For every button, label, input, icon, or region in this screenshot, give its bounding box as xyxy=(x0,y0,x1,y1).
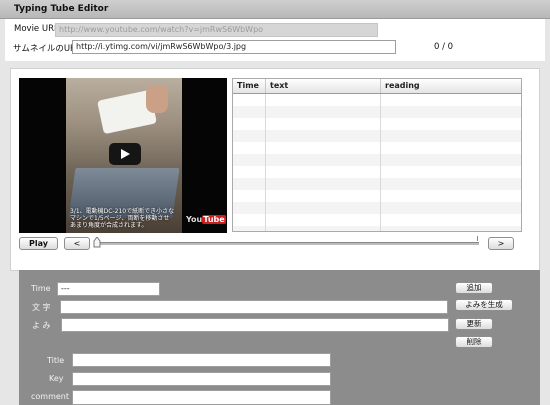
update-button[interactable]: 更新 xyxy=(455,318,493,330)
reading-field[interactable] xyxy=(61,318,449,332)
table-row[interactable] xyxy=(233,130,521,142)
title-bar: Typing Tube Editor xyxy=(0,0,550,19)
column-header-time[interactable]: Time xyxy=(233,79,266,93)
video-subtitles: 3/1、電動機DC-210で紙断でき小さな マシンで1/5ページ、両断を移動させ… xyxy=(70,208,182,229)
table-row[interactable] xyxy=(233,178,521,190)
table-row[interactable] xyxy=(233,118,521,130)
table-cell[interactable] xyxy=(381,106,521,118)
table-cell[interactable] xyxy=(266,154,381,166)
table-row[interactable] xyxy=(233,94,521,106)
table-cell[interactable] xyxy=(233,178,266,190)
table-cell[interactable] xyxy=(266,190,381,202)
table-cell[interactable] xyxy=(266,178,381,190)
table-cell[interactable] xyxy=(381,166,521,178)
subtitle-line: 3/1、電動機DC-210で紙断でき小さな xyxy=(70,208,175,215)
youtube-logo-tube: Tube xyxy=(202,215,226,224)
comment-label: comment xyxy=(31,392,70,401)
subtitle-line: あまり角度が合成されます。 xyxy=(70,222,148,229)
table-cell[interactable] xyxy=(233,94,266,106)
table-cell[interactable] xyxy=(266,130,381,142)
table-row[interactable] xyxy=(233,106,521,118)
table-cell[interactable] xyxy=(381,214,521,226)
table-cell[interactable] xyxy=(233,214,266,226)
timing-table[interactable]: Time text reading xyxy=(232,78,522,232)
table-cell[interactable] xyxy=(381,130,521,142)
table-cell[interactable] xyxy=(266,94,381,106)
column-header-reading[interactable]: reading xyxy=(381,79,521,93)
table-cell[interactable] xyxy=(381,94,521,106)
thumbnail-url-field[interactable]: http://i.ytimg.com/vi/jmRwS6WbWpo/3.jpg xyxy=(72,40,396,54)
subtitle-line: マシンで1/5ページ、両断を移動させ xyxy=(70,215,170,222)
table-cell[interactable] xyxy=(381,190,521,202)
app-title: Typing Tube Editor xyxy=(14,4,109,14)
table-cell[interactable] xyxy=(233,226,266,231)
slider-end-tick xyxy=(477,236,478,241)
table-cell[interactable] xyxy=(381,202,521,214)
key-field[interactable] xyxy=(72,372,331,386)
column-header-text[interactable]: text xyxy=(266,79,381,93)
next-button[interactable]: > xyxy=(488,237,514,250)
table-cell[interactable] xyxy=(233,106,266,118)
delete-button[interactable]: 削除 xyxy=(455,336,493,348)
title-field[interactable] xyxy=(72,353,331,367)
play-icon xyxy=(121,149,130,159)
table-row[interactable] xyxy=(233,190,521,202)
generate-reading-button[interactable]: よみを生成 xyxy=(455,299,513,311)
table-cell[interactable] xyxy=(233,190,266,202)
youtube-logo-you: You xyxy=(186,215,203,224)
table-cell[interactable] xyxy=(233,154,266,166)
movie-url-field[interactable]: http://www.youtube.com/watch?v=jmRwS6WbW… xyxy=(55,23,378,37)
table-cell[interactable] xyxy=(266,118,381,130)
table-row[interactable] xyxy=(233,202,521,214)
comment-field[interactable] xyxy=(72,390,331,405)
table-cell[interactable] xyxy=(266,106,381,118)
table-row[interactable] xyxy=(233,166,521,178)
table-cell[interactable] xyxy=(381,154,521,166)
table-cell[interactable] xyxy=(266,214,381,226)
table-row[interactable] xyxy=(233,226,521,231)
table-cell[interactable] xyxy=(381,142,521,154)
video-play-button[interactable] xyxy=(109,143,141,165)
reading-label: よ み xyxy=(32,321,51,330)
table-body xyxy=(233,94,521,231)
table-cell[interactable] xyxy=(381,118,521,130)
text-label: 文 字 xyxy=(32,303,51,312)
add-button[interactable]: 追加 xyxy=(455,282,493,294)
table-cell[interactable] xyxy=(266,226,381,231)
table-cell[interactable] xyxy=(233,130,266,142)
table-cell[interactable] xyxy=(266,166,381,178)
table-cell[interactable] xyxy=(233,142,266,154)
table-cell[interactable] xyxy=(233,166,266,178)
table-header: Time text reading xyxy=(233,79,521,94)
video-hand-image xyxy=(146,85,168,113)
youtube-logo[interactable]: YouTube xyxy=(186,215,226,224)
table-cell[interactable] xyxy=(381,226,521,231)
slider-thumb-icon[interactable] xyxy=(93,237,101,248)
title-label: Title xyxy=(47,356,65,365)
text-field[interactable] xyxy=(60,300,448,314)
prev-button[interactable]: < xyxy=(64,237,90,250)
table-cell[interactable] xyxy=(381,178,521,190)
seek-slider-track[interactable] xyxy=(97,242,479,245)
table-cell[interactable] xyxy=(266,202,381,214)
table-cell[interactable] xyxy=(233,202,266,214)
key-label: Key xyxy=(49,374,64,383)
time-label: Time xyxy=(31,284,51,293)
table-cell[interactable] xyxy=(266,142,381,154)
time-field[interactable]: --- xyxy=(57,282,160,296)
play-button[interactable]: Play xyxy=(19,237,58,250)
movie-url-label: Movie URL xyxy=(14,24,59,34)
table-row[interactable] xyxy=(233,142,521,154)
table-cell[interactable] xyxy=(233,118,266,130)
entry-counter: 0 / 0 xyxy=(434,42,454,52)
table-row[interactable] xyxy=(233,214,521,226)
thumbnail-url-label: サムネイルのURL xyxy=(13,44,81,54)
table-row[interactable] xyxy=(233,154,521,166)
